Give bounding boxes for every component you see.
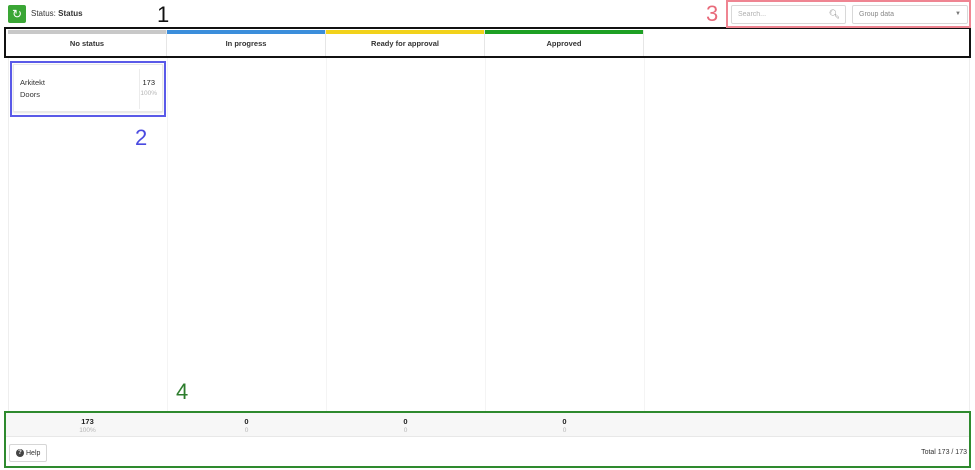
column-no-status[interactable]: No status	[8, 30, 167, 56]
card-category: Doors	[20, 90, 41, 99]
annotation-number: 1	[157, 2, 170, 27]
footer-percent: 100%	[79, 427, 96, 434]
card-count: 173	[142, 78, 155, 87]
group-data-placeholder: Group data	[859, 11, 895, 18]
refresh-button[interactable]: ↻	[8, 5, 26, 23]
column-approved[interactable]: Approved	[485, 30, 644, 56]
card-title: Arkitekt Doors	[20, 77, 45, 101]
chevron-down-icon: ▼	[955, 11, 961, 17]
group-data-select[interactable]: Group data ▼	[852, 5, 968, 24]
total-count: Total 173 / 173	[921, 449, 967, 456]
footer-percent: 0	[403, 427, 408, 434]
card-percent: 100%	[140, 90, 157, 97]
column-color-bar	[167, 30, 325, 34]
column-divider	[485, 58, 486, 412]
status-indicator: Status: Status	[31, 9, 83, 18]
help-button[interactable]: ? Help	[9, 444, 48, 462]
group-card[interactable]: Arkitekt Doors 173 100%	[13, 64, 163, 112]
status-label: Status:	[31, 9, 56, 18]
column-ready-for-approval[interactable]: Ready for approval	[326, 30, 485, 56]
column-divider	[167, 58, 168, 412]
footer-column-summary: 0 0	[326, 417, 485, 435]
status-value: Status	[58, 9, 83, 18]
annotation-number: 3	[706, 1, 719, 26]
footer-count: 0	[562, 417, 567, 426]
column-divider	[644, 58, 645, 412]
question-icon: ?	[16, 449, 24, 457]
status-columns: No status In progress Ready for approval…	[8, 30, 644, 56]
card-discipline: Arkitekt	[20, 78, 46, 87]
annotation-number: 2	[135, 125, 148, 150]
column-label: In progress	[225, 38, 267, 48]
annotation-number: 4	[176, 379, 189, 404]
footer-column-summary: 173 100%	[8, 417, 167, 435]
column-color-bar	[8, 30, 166, 34]
footer-column-summary: 0 0	[485, 417, 644, 435]
column-label: No status	[69, 38, 105, 48]
footer-percent: 0	[244, 427, 249, 434]
help-label: Help	[26, 449, 41, 457]
search-icon[interactable]: 🔍︎	[829, 9, 840, 20]
column-label: Ready for approval	[371, 38, 439, 48]
refresh-icon: ↻	[11, 7, 23, 21]
footer-count: 173	[81, 417, 94, 426]
footer-count: 0	[244, 417, 249, 426]
search-field[interactable]: 🔍︎	[731, 5, 846, 24]
footer-column-summary: 0 0	[167, 417, 326, 435]
column-color-bar	[485, 30, 643, 34]
status-board-app: ↻ Status: Status 🔍︎ Group data ▼ No stat…	[0, 0, 975, 470]
search-input[interactable]	[738, 11, 828, 18]
column-color-bar	[326, 30, 484, 34]
column-in-progress[interactable]: In progress	[167, 30, 326, 56]
card-divider	[139, 69, 140, 109]
column-divider	[326, 58, 327, 412]
column-label: Approved	[546, 38, 582, 48]
footer-percent: 0	[562, 427, 567, 434]
footer-count: 0	[403, 417, 408, 426]
